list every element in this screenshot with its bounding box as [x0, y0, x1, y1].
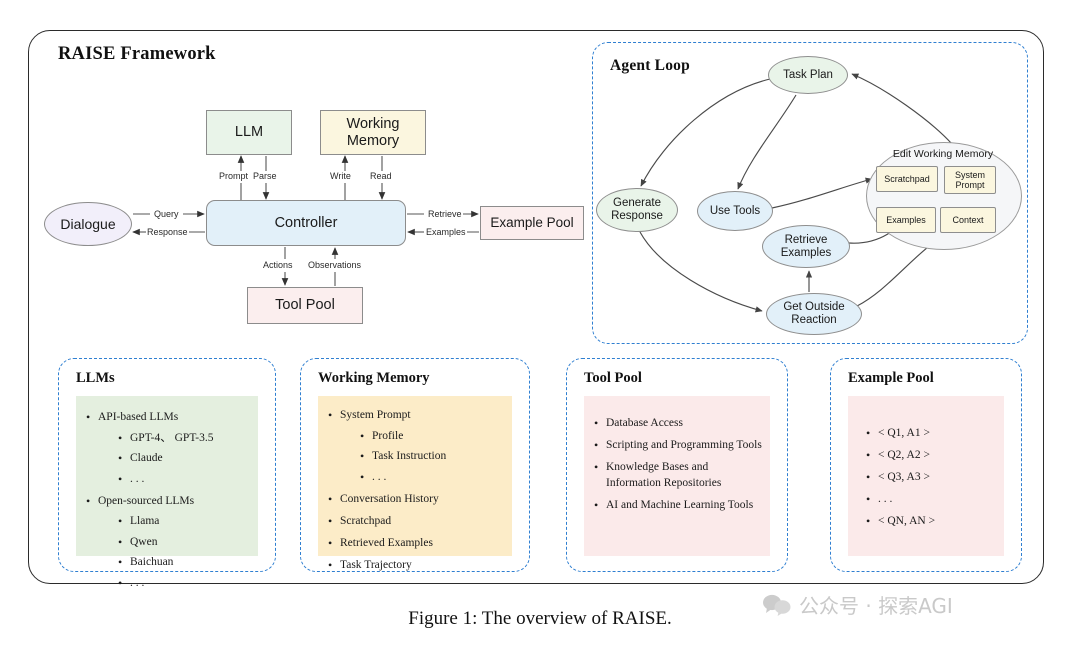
edge-label-write: Write [329, 171, 352, 181]
figure-raise-overview: RAISE Framework LLM Working Memory Contr… [0, 0, 1080, 648]
list-item: < QN, AN > [864, 513, 996, 530]
agent-loop-title: Agent Loop [610, 57, 690, 74]
panel-title-example-pool: Example Pool [848, 370, 934, 386]
edge-label-response: Response [146, 227, 189, 237]
panel-body-example-pool: < Q1, A1 > < Q2, A2 > < Q3, A3 > . . . <… [848, 396, 1004, 556]
list-item: . . . [864, 491, 996, 508]
list-item: API-based LLMs GPT-4、 GPT-3.5 Claude . .… [84, 409, 250, 488]
agent-node-context[interactable]: Context [940, 207, 996, 233]
figure-caption: Figure 1: The overview of RAISE. [408, 608, 672, 629]
agent-node-task-plan[interactable]: Task Plan [768, 56, 848, 94]
list-item: Profile [340, 428, 504, 445]
framework-node-working-memory[interactable]: Working Memory [320, 110, 426, 155]
list-item: AI and Machine Learning Tools [592, 497, 762, 514]
list-item: System Prompt Profile Task Instruction .… [326, 407, 504, 486]
list-item: . . . [98, 471, 250, 488]
panel-title-working-memory: Working Memory [318, 370, 430, 386]
edge-label-examples: Examples [425, 227, 467, 237]
framework-node-controller[interactable]: Controller [206, 200, 406, 246]
panel-body-working-memory: System Prompt Profile Task Instruction .… [318, 396, 512, 572]
edge-label-retrieve: Retrieve [427, 209, 463, 219]
edge-label-query: Query [153, 209, 180, 219]
panel-body-llms: API-based LLMs GPT-4、 GPT-3.5 Claude . .… [76, 396, 258, 590]
edge-label-parse: Parse [252, 171, 278, 181]
list-item: Qwen [98, 534, 250, 551]
agent-node-system-prompt[interactable]: System Prompt [944, 166, 996, 194]
list-item: Task Trajectory [326, 557, 504, 574]
list-item: . . . [98, 575, 250, 592]
agent-node-examples[interactable]: Examples [876, 207, 936, 233]
list-item: < Q1, A1 > [864, 425, 996, 442]
agent-node-get-outside-reaction[interactable]: Get Outside Reaction [766, 293, 862, 335]
panel-body-tool-pool: Database Access Scripting and Programmin… [584, 396, 770, 556]
list-item: Retrieved Examples [326, 535, 504, 552]
edge-label-prompt: Prompt [218, 171, 250, 181]
list-item: GPT-4、 GPT-3.5 [98, 430, 250, 447]
framework-node-dialogue[interactable]: Dialogue [44, 202, 132, 246]
framework-node-tool-pool[interactable]: Tool Pool [247, 287, 363, 324]
list-item: < Q2, A2 > [864, 447, 996, 464]
agent-node-use-tools[interactable]: Use Tools [697, 191, 773, 231]
list-item: Knowledge Bases and Information Reposito… [592, 459, 762, 491]
agent-group-label-edit-working-memory: Edit Working Memory [892, 148, 994, 160]
framework-node-example-pool[interactable]: Example Pool [480, 206, 584, 240]
page-title: RAISE Framework [58, 44, 216, 64]
list-item: Claude [98, 450, 250, 467]
list-item: Scripting and Programming Tools [592, 437, 762, 454]
list-item: Baichuan [98, 554, 250, 571]
list-item: Conversation History [326, 491, 504, 508]
edge-label-read: Read [369, 171, 393, 181]
agent-node-retrieve-examples[interactable]: Retrieve Examples [762, 225, 850, 268]
edge-label-observations: Observations [307, 260, 363, 270]
panel-title-tool-pool: Tool Pool [584, 370, 642, 386]
list-item: Scratchpad [326, 513, 504, 530]
list-item: Database Access [592, 415, 762, 432]
agent-node-scratchpad[interactable]: Scratchpad [876, 166, 938, 192]
framework-node-llm[interactable]: LLM [206, 110, 292, 155]
edge-label-actions: Actions [262, 260, 294, 270]
list-item: Task Instruction [340, 448, 504, 465]
list-item: < Q3, A3 > [864, 469, 996, 486]
panel-title-llms: LLMs [76, 370, 115, 386]
list-item: . . . [340, 469, 504, 486]
agent-node-generate-response[interactable]: Generate Response [596, 188, 678, 232]
list-item: Llama [98, 513, 250, 530]
list-item: Open-sourced LLMs Llama Qwen Baichuan . … [84, 493, 250, 592]
